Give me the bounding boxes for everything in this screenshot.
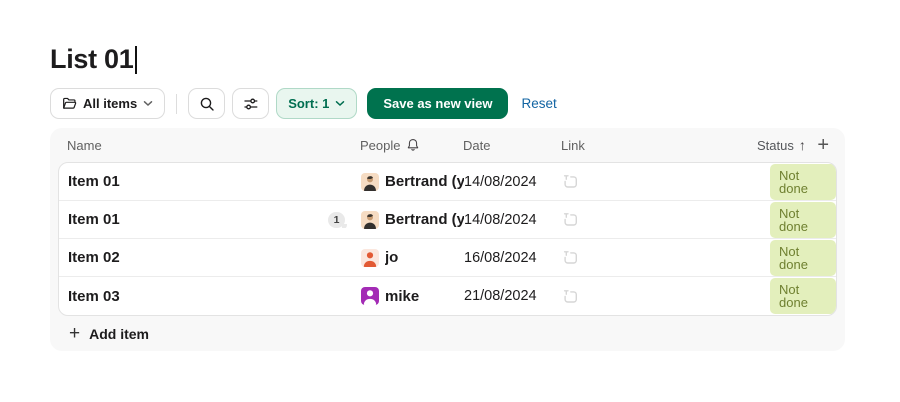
table-header: Name People Date Link Status ↑ + [50, 128, 845, 162]
item-name-cell[interactable]: Item 03 [68, 288, 361, 305]
date-cell[interactable]: 14/08/2024 [464, 174, 562, 190]
toolbar: All items Sort: 1 Save as new view Reset [50, 88, 561, 119]
date-cell[interactable]: 21/08/2024 [464, 288, 562, 304]
item-name: Item 03 [68, 287, 120, 305]
status-cell[interactable]: Not done [758, 239, 836, 276]
link-placeholder-icon [562, 288, 579, 305]
status-sort-control[interactable]: Status ↑ [757, 137, 806, 153]
table-body: Item 01 Bertrand (you) 14/08/2024 [59, 163, 836, 315]
date-cell[interactable]: 14/08/2024 [464, 212, 562, 228]
people-cell[interactable]: jo [361, 248, 464, 267]
column-header-status: Status ↑ + [757, 135, 833, 155]
link-placeholder-icon [562, 211, 579, 228]
link-cell[interactable] [562, 288, 758, 305]
link-placeholder-icon [562, 173, 579, 190]
comment-count-badge[interactable]: 1 [328, 211, 347, 228]
list-container: Name People Date Link Status ↑ + Item 01… [50, 128, 845, 351]
item-name: Item 01 [68, 211, 120, 228]
person-name: Bertrand (you) [385, 211, 464, 228]
status-badge: Not done [770, 163, 836, 200]
column-header-people[interactable]: People [360, 138, 463, 153]
sort-ascending-icon: ↑ [798, 137, 806, 153]
plus-icon: + [69, 323, 81, 344]
avatar [361, 172, 379, 191]
status-badge: Not done [770, 239, 836, 276]
table-row[interactable]: Item 01 1 Bertrand (you) 14/08/2024 [59, 201, 836, 239]
list-title-row: List 01 [50, 44, 138, 75]
page-title[interactable]: List 01 [50, 44, 134, 75]
item-name-cell[interactable]: Item 01 1 [68, 211, 361, 228]
status-badge: Not done [770, 278, 836, 314]
sort-button[interactable]: Sort: 1 [276, 88, 358, 119]
people-cell[interactable]: Bertrand (you) [361, 172, 464, 191]
people-cell[interactable]: Bertrand (you) [361, 210, 464, 229]
status-cell[interactable]: Not done [758, 201, 836, 238]
filter-button[interactable] [232, 88, 270, 119]
search-button[interactable] [188, 88, 226, 119]
date-value: 21/08/2024 [464, 288, 537, 304]
search-icon [199, 96, 215, 112]
item-name: Item 02 [68, 249, 120, 266]
view-filter-button[interactable]: All items [50, 88, 166, 119]
avatar [361, 287, 379, 305]
reset-link[interactable]: Reset [517, 96, 560, 111]
table-row[interactable]: Item 01 Bertrand (you) 14/08/2024 [59, 163, 836, 201]
date-value: 16/08/2024 [464, 249, 537, 266]
avatar [361, 210, 379, 229]
item-name-cell[interactable]: Item 01 [68, 173, 361, 190]
bell-icon [406, 138, 420, 152]
person-name: jo [385, 249, 399, 266]
text-cursor-caret [135, 45, 138, 74]
add-item-button[interactable]: + Add item [50, 316, 845, 352]
avatar [361, 248, 379, 267]
item-name: Item 01 [68, 173, 120, 190]
status-cell[interactable]: Not done [758, 278, 836, 314]
save-as-new-view-button[interactable]: Save as new view [367, 88, 509, 119]
item-name-cell[interactable]: Item 02 [68, 249, 361, 266]
link-cell[interactable] [562, 211, 758, 228]
view-filter-label: All items [83, 96, 138, 111]
add-item-label: Add item [89, 326, 149, 342]
chevron-down-icon [143, 100, 153, 107]
person-name: mike [385, 287, 420, 305]
date-value: 14/08/2024 [464, 211, 537, 228]
items-card: Item 01 Bertrand (you) 14/08/2024 [58, 162, 837, 316]
link-cell[interactable] [562, 173, 758, 190]
column-header-name[interactable]: Name [67, 138, 360, 153]
column-header-link[interactable]: Link [561, 138, 757, 153]
chevron-down-icon [335, 100, 345, 107]
folder-icon [62, 96, 77, 111]
toolbar-divider [176, 93, 178, 114]
comment-count: 1 [333, 213, 340, 226]
status-cell[interactable]: Not done [758, 163, 836, 200]
column-header-date[interactable]: Date [463, 138, 561, 153]
people-cell[interactable]: mike [361, 287, 464, 305]
table-row[interactable]: Item 02 jo 16/08/2024 Not done [59, 239, 836, 277]
table-row[interactable]: Item 03 mike 21/08/2024 Not done [59, 277, 836, 315]
date-cell[interactable]: 16/08/2024 [464, 250, 562, 266]
person-name: Bertrand (you) [385, 173, 464, 190]
date-value: 14/08/2024 [464, 173, 537, 190]
sort-button-label: Sort: 1 [288, 96, 330, 111]
link-cell[interactable] [562, 249, 758, 266]
status-badge: Not done [770, 201, 836, 238]
filter-sliders-icon [243, 96, 259, 112]
link-placeholder-icon [562, 249, 579, 266]
add-column-button[interactable]: + [815, 135, 831, 155]
